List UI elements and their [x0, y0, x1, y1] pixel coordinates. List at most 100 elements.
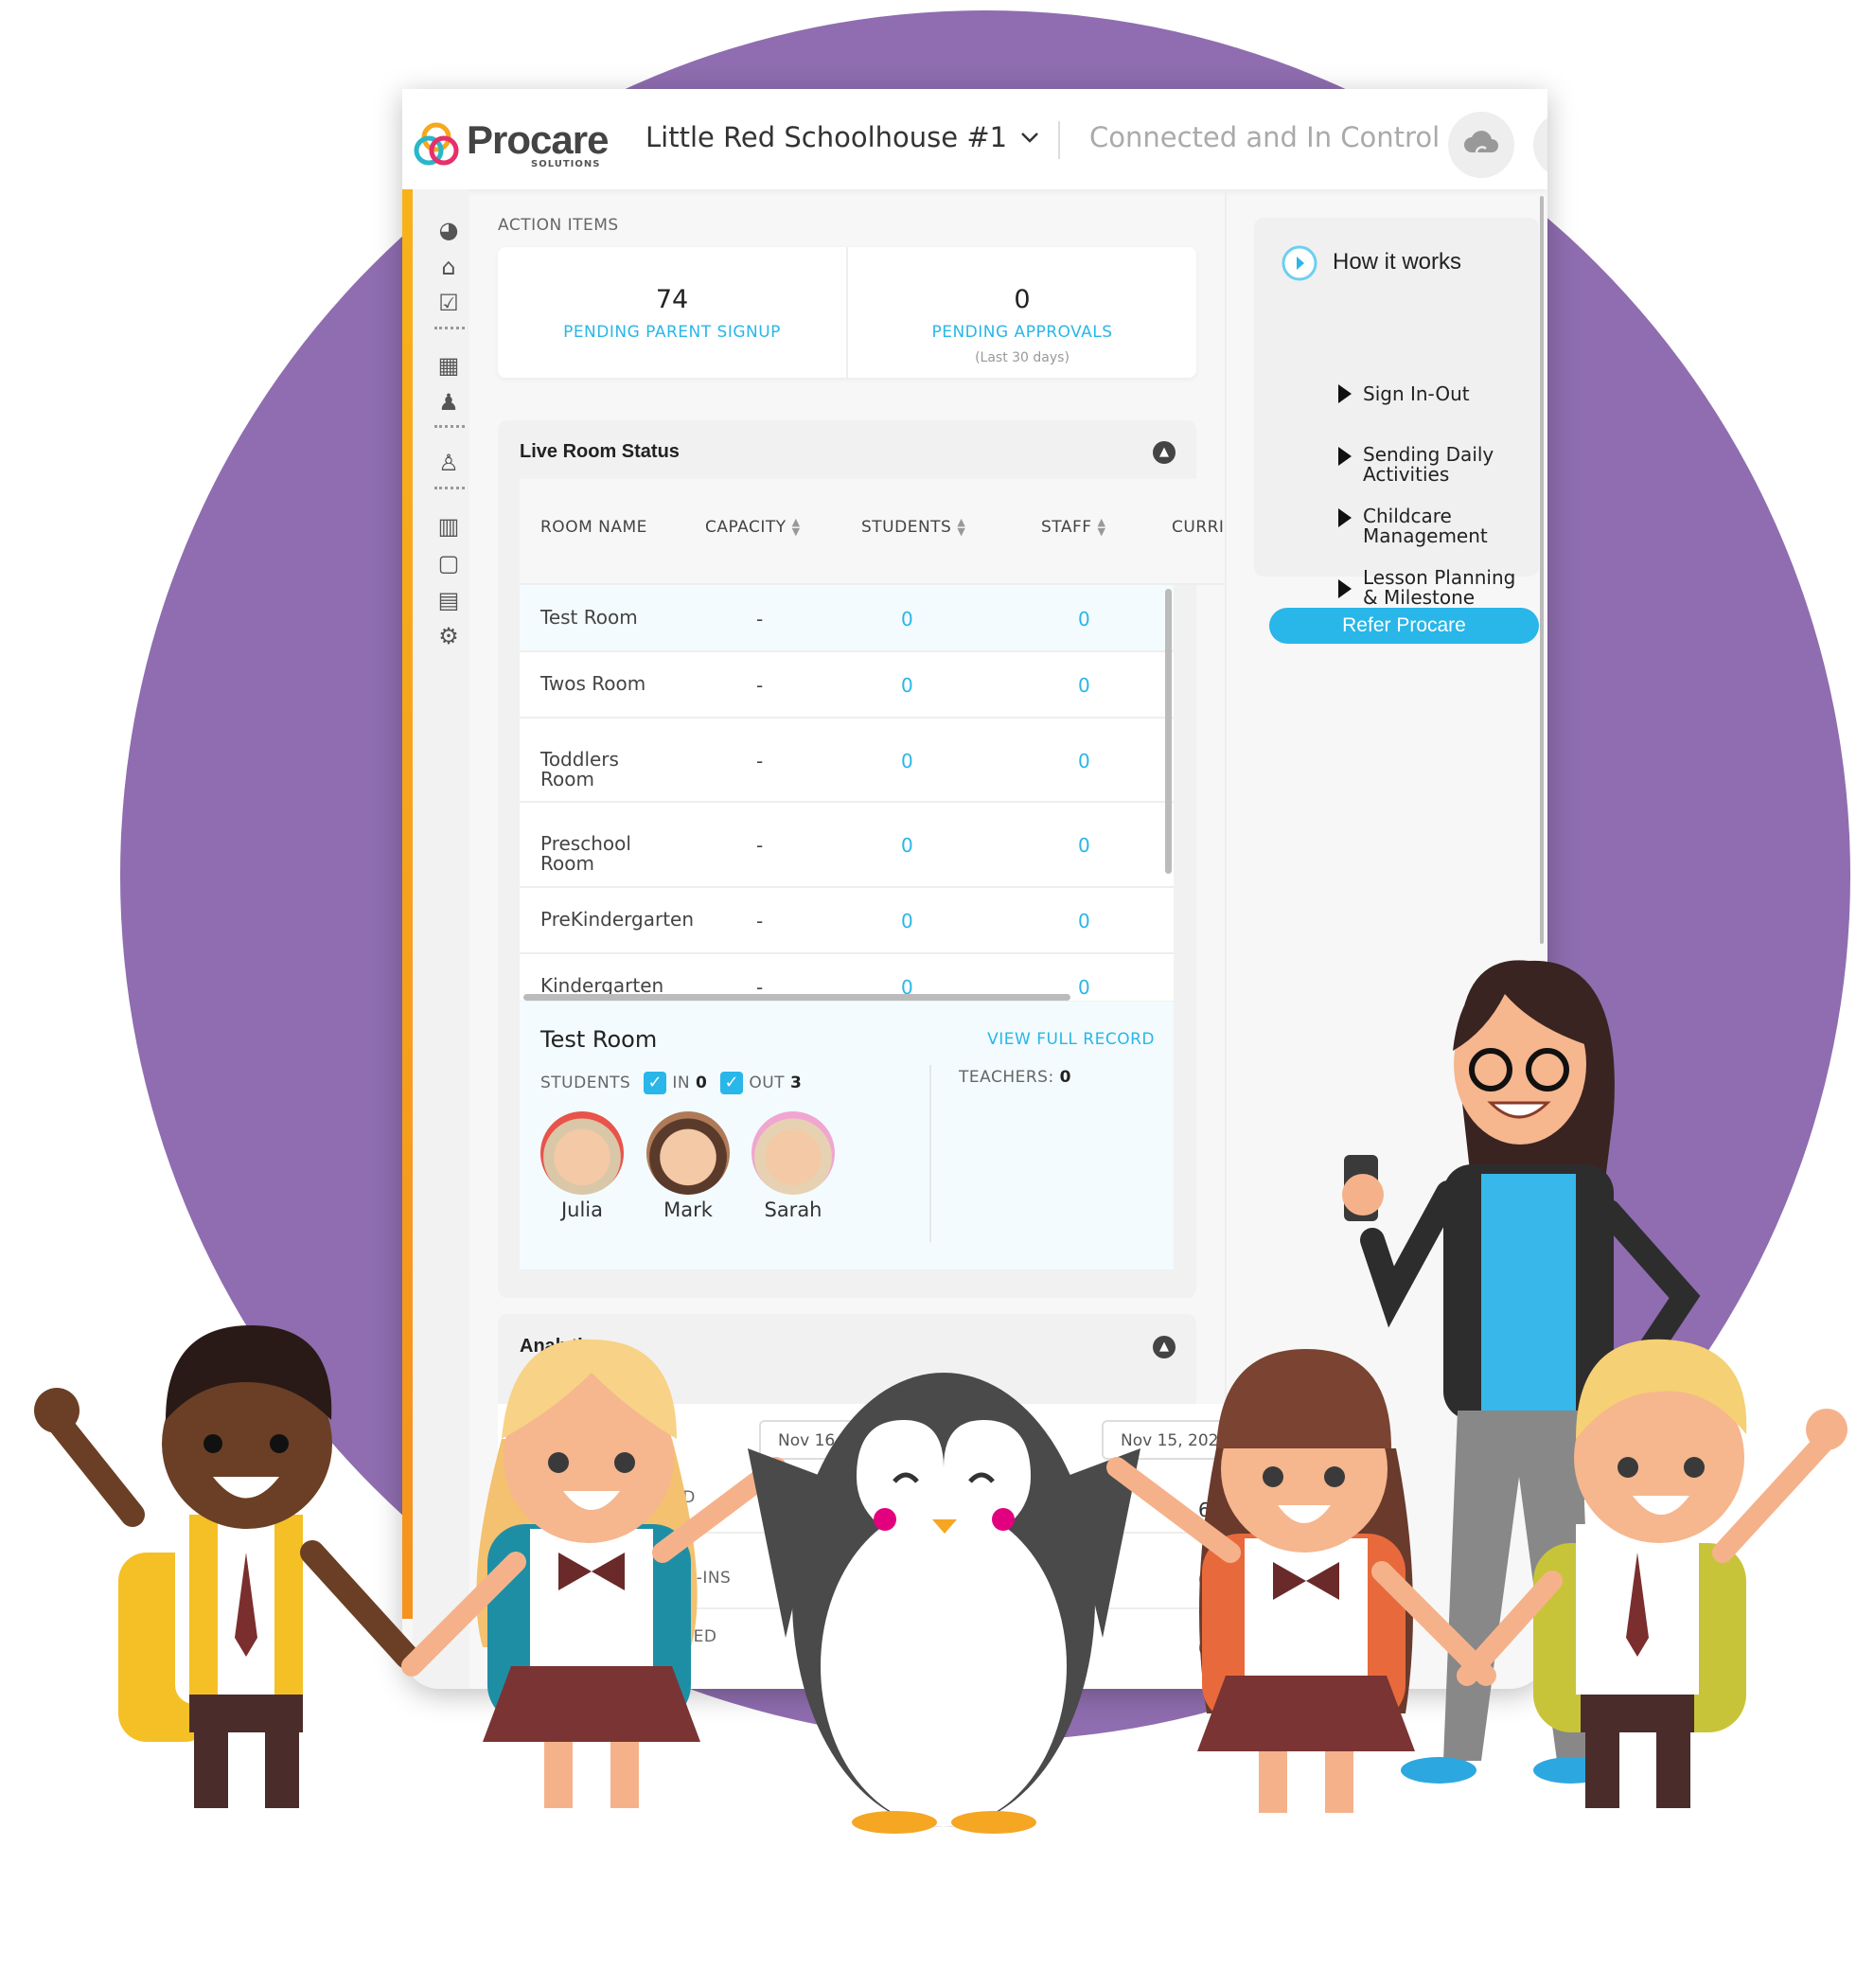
student-avatar[interactable] — [540, 1111, 624, 1195]
date-picker[interactable]: Nov 15, 2022 — [1102, 1420, 1253, 1460]
card-label: PENDING PARENT SIGNUP — [563, 323, 781, 342]
school-selector[interactable]: Little Red Schoolhouse #1 — [645, 121, 1039, 153]
room-capacity: - — [756, 834, 764, 857]
room-students[interactable]: 0 — [901, 674, 913, 697]
room-name: Preschool Room — [540, 832, 631, 875]
abc-blocks-icon[interactable]: ▦ — [435, 352, 462, 379]
room-students[interactable]: 0 — [901, 750, 913, 772]
column-label: STUDENTS — [861, 518, 952, 537]
room-students[interactable]: 0 — [901, 910, 913, 932]
calendar-icon[interactable]: ▥ — [435, 513, 462, 540]
how-it-works-card: How it works Sign In-Out Sending Daily A… — [1254, 218, 1539, 628]
how-it-works-title: How it works — [1333, 249, 1462, 275]
clipboard-icon[interactable]: ▢ — [435, 550, 462, 577]
collapse-chevron-up-icon[interactable]: ▲ — [1153, 441, 1176, 464]
horizontal-scrollbar[interactable] — [523, 994, 1070, 1001]
sort-icon: ▲ ▼ — [791, 516, 801, 538]
table-row[interactable]: PreKindergarten - 0 0 — [520, 888, 1174, 954]
card-note: (Last 30 days) — [975, 350, 1070, 365]
how-it-works-item[interactable]: Childcare Management — [1363, 506, 1514, 546]
school-name: Little Red Schoolhouse #1 — [645, 121, 1008, 153]
table-row[interactable]: Test Room - 0 0 — [520, 585, 1174, 652]
brand-name: Procare — [467, 117, 609, 162]
document-icon[interactable]: ▤ — [435, 587, 462, 613]
teachers-count: TEACHERS: 0 — [959, 1068, 1071, 1087]
sidebar-divider — [434, 487, 465, 489]
column-header-staff[interactable]: STAFF ▲ ▼ — [1041, 516, 1106, 538]
play-triangle-icon — [1338, 447, 1352, 466]
profile-button[interactable] — [1533, 112, 1547, 178]
room-name: Toddlers Room — [540, 747, 619, 790]
table-row[interactable]: Twos Room - 0 0 — [520, 652, 1174, 719]
procare-logo-icon — [414, 122, 459, 166]
table-header: ROOM NAME CAPACITY ▲ ▼ STUDENTS ▲ ▼ STAFF ▲ ▼ … — [520, 479, 1225, 585]
vertical-scrollbar[interactable] — [1165, 589, 1172, 874]
detail-divider — [929, 1065, 931, 1242]
refer-procare-button[interactable]: Refer Procare — [1269, 608, 1539, 644]
column-header-room-name[interactable]: ROOM NAME — [540, 518, 647, 537]
in-checkbox[interactable]: ✓ — [644, 1072, 667, 1094]
checklist-icon[interactable]: ☑ — [435, 290, 462, 316]
analytics-subtitle: Si — [520, 1369, 538, 1392]
column-header-capacity[interactable]: CAPACITY ▲ ▼ — [705, 516, 801, 538]
column-header-partial: S — [1027, 1429, 1037, 1448]
student-name: Mark — [663, 1198, 713, 1221]
date-picker[interactable]: Nov 16, 2 — [759, 1420, 892, 1460]
analytics-row-value: 0 — [1198, 1637, 1211, 1660]
room-capacity: - — [756, 674, 764, 697]
table-row[interactable]: Toddlers Room - 0 0 — [520, 719, 1174, 803]
analytics-row-label: SIGN-INS — [655, 1569, 732, 1588]
action-items-label: ACTION ITEMS — [498, 216, 619, 235]
student-avatar[interactable] — [646, 1111, 730, 1195]
room-detail: Test Room VIEW FULL RECORD STUDENTS ✓ IN 0… — [520, 1002, 1174, 1269]
sort-icon: ▲ ▼ — [1097, 516, 1106, 538]
sync-button[interactable] — [1448, 112, 1514, 178]
column-header-curriculum[interactable]: CURRI — [1172, 518, 1225, 537]
sidebar-divider — [434, 327, 465, 329]
room-students[interactable]: 0 — [901, 834, 913, 857]
collapse-chevron-up-icon[interactable]: ▲ — [1153, 1336, 1176, 1358]
students-label: STUDENTS — [540, 1074, 631, 1092]
play-triangle-icon — [1338, 384, 1352, 403]
analytics-row-label: ED — [672, 1488, 696, 1507]
card-value: 0 — [1014, 285, 1031, 314]
student-name: Sarah — [764, 1198, 822, 1221]
column-header-students[interactable]: STUDENTS ▲ ▼ — [861, 517, 965, 537]
room-capacity: - — [756, 607, 764, 630]
action-items-cards: 74 PENDING PARENT SIGNUP 0 PENDING APPRO… — [498, 247, 1196, 378]
column-label: CAPACITY — [705, 518, 787, 537]
dashboard-icon[interactable]: ◕ — [435, 217, 462, 243]
pending-parent-signup-card[interactable]: 74 PENDING PARENT SIGNUP — [498, 247, 846, 378]
header-divider — [1058, 121, 1060, 159]
room-staff[interactable]: 0 — [1078, 976, 1090, 999]
how-it-works-item[interactable]: Sending Daily Activities — [1363, 445, 1514, 485]
chevron-down-icon — [1021, 133, 1038, 143]
room-staff[interactable]: 0 — [1078, 834, 1090, 857]
how-it-works-item[interactable]: Sign In-Out — [1363, 384, 1470, 404]
teachers-label: TEACHERS: — [959, 1068, 1054, 1087]
out-checkbox[interactable]: ✓ — [720, 1072, 744, 1094]
play-icon[interactable] — [1281, 244, 1318, 282]
school-icon[interactable]: ⌂ — [435, 254, 462, 280]
gear-icon[interactable]: ⚙ — [435, 623, 462, 649]
room-staff[interactable]: 0 — [1078, 674, 1090, 697]
page-scrollbar[interactable] — [1540, 196, 1544, 944]
play-triangle-icon — [1338, 579, 1352, 598]
in-count: 0 — [695, 1074, 708, 1092]
pending-approvals-card[interactable]: 0 PENDING APPROVALS (Last 30 days) — [848, 247, 1196, 378]
room-staff[interactable]: 0 — [1078, 910, 1090, 932]
family-icon[interactable]: ♟ — [435, 389, 462, 416]
room-staff[interactable]: 0 — [1078, 608, 1090, 630]
card-value: 74 — [655, 285, 689, 314]
row-divider — [498, 1532, 1255, 1534]
teacher-desk-icon[interactable]: ♙ — [435, 450, 462, 476]
room-name: Test Room — [540, 605, 638, 629]
column-divider — [1225, 189, 1227, 1689]
view-full-record-link[interactable]: VIEW FULL RECORD — [987, 1030, 1155, 1049]
room-staff[interactable]: 0 — [1078, 750, 1090, 772]
live-room-status-panel: Live Room Status ▲ ROOM NAME CAPACITY ▲ ▼ … — [498, 420, 1225, 1298]
room-students[interactable]: 0 — [901, 608, 913, 630]
student-avatar[interactable] — [751, 1111, 835, 1195]
table-row[interactable]: Preschool Room - 0 0 — [520, 803, 1174, 888]
row-divider — [498, 1607, 1255, 1609]
